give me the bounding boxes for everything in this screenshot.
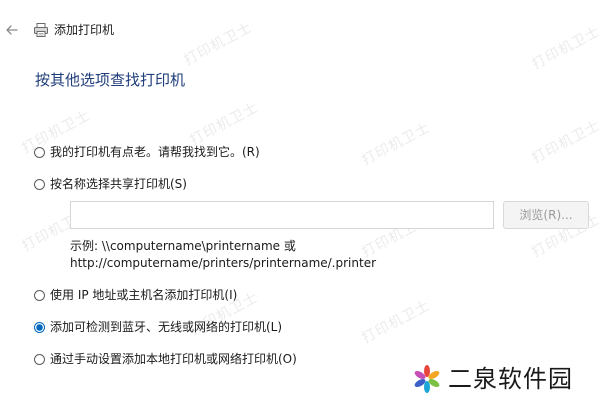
example-text: 示例: \\computername\printername 或 http://… — [70, 238, 376, 272]
option-ip-address[interactable]: 使用 IP 地址或主机名添加打印机(I) — [34, 287, 237, 303]
watermark: 打印机卫士 — [359, 297, 434, 347]
radio-button[interactable] — [34, 353, 45, 365]
printer-icon — [33, 22, 49, 38]
watermark: 打印机卫士 — [181, 19, 256, 69]
example-line-1: 示例: \\computername\printername 或 — [70, 239, 296, 253]
window-title: 添加打印机 — [54, 23, 115, 37]
site-logo: 二泉软件园 — [412, 364, 573, 394]
pinwheel-logo-icon — [414, 365, 440, 393]
example-line-2: http://computername/printers/printername… — [70, 256, 377, 270]
option-label: 添加可检测到蓝牙、无线或网络的打印机(L) — [50, 320, 283, 334]
option-manual-setup[interactable]: 通过手动设置添加本地打印机或网络打印机(O) — [34, 351, 297, 367]
option-label: 使用 IP 地址或主机名添加打印机(I) — [50, 288, 238, 302]
option-label: 我的打印机有点老。请帮我找到它。(R) — [50, 145, 260, 159]
radio-button[interactable] — [34, 178, 45, 190]
option-label: 通过手动设置添加本地打印机或网络打印机(O) — [50, 352, 297, 366]
radio-button[interactable] — [34, 146, 45, 158]
back-arrow-icon[interactable] — [4, 22, 20, 38]
option-label: 按名称选择共享打印机(S) — [50, 177, 187, 191]
radio-button-selected[interactable] — [34, 321, 45, 333]
logo-text: 二泉软件园 — [448, 365, 573, 393]
option-bluetooth-wireless[interactable]: 添加可检测到蓝牙、无线或网络的打印机(L) — [34, 319, 282, 335]
option-shared-printer[interactable]: 按名称选择共享打印机(S) — [34, 176, 187, 192]
page-title: 按其他选项查找打印机 — [35, 71, 186, 89]
browse-button[interactable]: 浏览(R)... — [503, 201, 589, 229]
watermark: 打印机卫士 — [359, 119, 434, 169]
shared-printer-name-input[interactable] — [70, 201, 494, 229]
watermark: 打印机卫士 — [529, 23, 600, 73]
option-printer-old[interactable]: 我的打印机有点老。请帮我找到它。(R) — [34, 144, 260, 160]
radio-button[interactable] — [34, 289, 45, 301]
watermark: 打印机卫士 — [529, 117, 600, 167]
watermark: 打印机卫士 — [187, 99, 262, 149]
